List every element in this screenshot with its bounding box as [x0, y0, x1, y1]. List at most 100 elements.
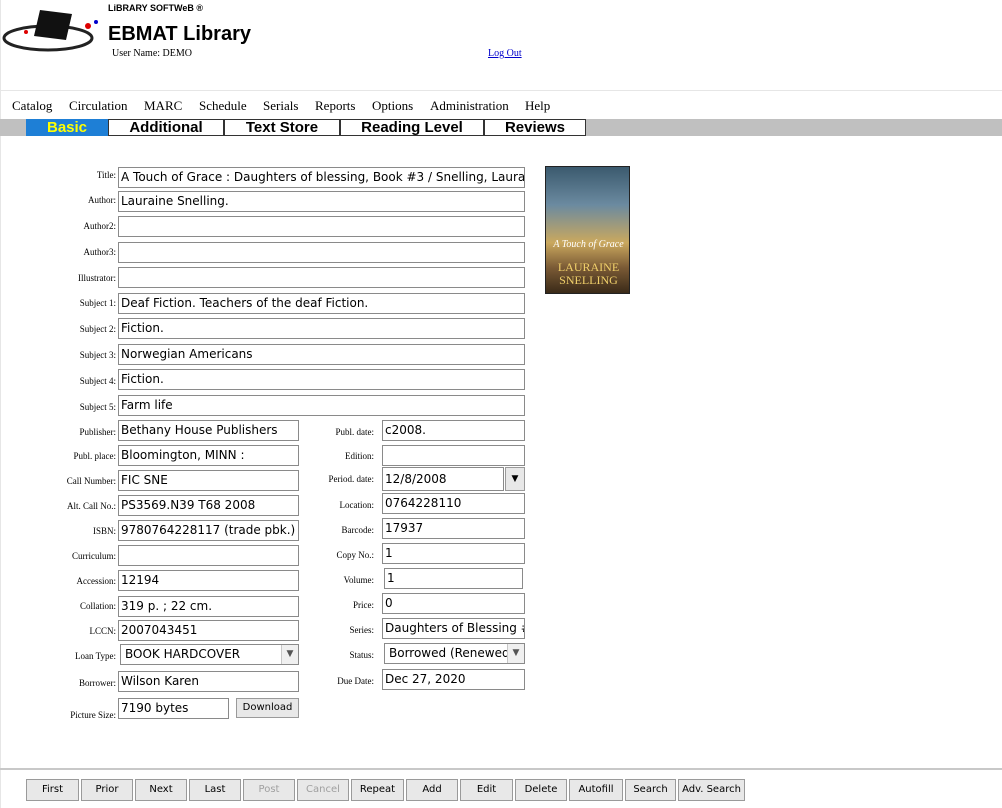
- subject5-field[interactable]: Farm life: [118, 395, 525, 416]
- menu-schedule[interactable]: Schedule: [199, 98, 247, 114]
- period-date-label: Period. date:: [328, 474, 375, 484]
- publisher-field[interactable]: Bethany House Publishers: [118, 420, 299, 441]
- menu-reports[interactable]: Reports: [315, 98, 355, 114]
- series-field[interactable]: Daughters of Blessing #3: [382, 618, 525, 639]
- author3-field[interactable]: [118, 242, 525, 263]
- illustrator-label: Illustrator:: [78, 273, 116, 283]
- next-button[interactable]: Next: [135, 779, 187, 801]
- publ-place-field[interactable]: Bloomington, MINN :: [118, 445, 299, 466]
- edit-button[interactable]: Edit: [460, 779, 513, 801]
- subject1-field[interactable]: Deaf Fiction. Teachers of the deaf Ficti…: [118, 293, 525, 314]
- publ-date-field[interactable]: c2008.: [382, 420, 525, 441]
- tab-additional[interactable]: Additional: [108, 119, 224, 136]
- lccn-label: LCCN:: [89, 626, 116, 636]
- menu-circulation[interactable]: Circulation: [69, 98, 128, 114]
- subject4-field[interactable]: Fiction.: [118, 369, 525, 390]
- menu-serials[interactable]: Serials: [263, 98, 298, 114]
- location-field[interactable]: 0764228110: [382, 493, 525, 514]
- menu-marc[interactable]: MARC: [144, 98, 182, 114]
- period-date-field[interactable]: 12/8/2008: [382, 467, 504, 491]
- call-number-label: Call Number:: [66, 476, 116, 486]
- collation-field[interactable]: 319 p. ; 22 cm.: [118, 596, 299, 617]
- title-label: Title:: [96, 170, 116, 180]
- loan-type-value: BOOK HARDCOVER: [125, 647, 241, 661]
- first-button[interactable]: First: [26, 779, 79, 801]
- due-date-field[interactable]: Dec 27, 2020: [382, 669, 525, 690]
- author-field[interactable]: Lauraine Snelling.: [118, 191, 525, 212]
- volume-field[interactable]: 1: [384, 568, 523, 589]
- borrower-label: Borrower:: [79, 678, 116, 688]
- menu-administration[interactable]: Administration: [430, 98, 509, 114]
- volume-label: Volume:: [343, 575, 374, 585]
- chevron-down-icon: ▼: [507, 644, 524, 663]
- alt-call-no-label: Alt. Call No.:: [67, 501, 116, 511]
- tab-reading-level[interactable]: Reading Level: [340, 119, 484, 136]
- subject3-field[interactable]: Norwegian Americans: [118, 344, 525, 365]
- book-cover-image: A Touch of Grace LAURAINE SNELLING: [545, 166, 630, 294]
- edition-field[interactable]: [382, 445, 525, 466]
- isbn-field[interactable]: 9780764228117 (trade pbk.): [118, 520, 299, 541]
- page-title: EBMAT Library: [108, 23, 251, 45]
- prior-button[interactable]: Prior: [81, 779, 133, 801]
- isbn-label: ISBN:: [92, 526, 116, 536]
- due-date-label: Due Date:: [337, 676, 374, 686]
- borrower-field[interactable]: Wilson Karen: [118, 671, 299, 692]
- publ-place-label: Publ. place:: [73, 451, 117, 461]
- adv-search-button[interactable]: Adv. Search: [678, 779, 745, 801]
- subject2-label: Subject 2:: [79, 324, 116, 334]
- library-logo-icon: [2, 10, 98, 52]
- accession-field[interactable]: 12194: [118, 570, 299, 591]
- loan-type-select[interactable]: BOOK HARDCOVER ▼: [120, 644, 299, 665]
- user-name-label: User Name: DEMO: [112, 48, 192, 59]
- last-button[interactable]: Last: [189, 779, 241, 801]
- collation-label: Collation:: [80, 601, 116, 611]
- repeat-button[interactable]: Repeat: [351, 779, 404, 801]
- chevron-down-icon: ▼: [511, 474, 519, 484]
- author2-field[interactable]: [118, 216, 525, 237]
- call-number-field[interactable]: FIC SNE: [118, 470, 299, 491]
- search-button[interactable]: Search: [625, 779, 676, 801]
- status-label: Status:: [349, 650, 374, 660]
- post-button[interactable]: Post: [243, 779, 295, 801]
- copy-no-field[interactable]: 1: [382, 543, 525, 564]
- copy-no-label: Copy No.:: [336, 550, 374, 560]
- edition-label: Edition:: [345, 451, 374, 461]
- cover-title-text: A Touch of Grace: [553, 239, 624, 250]
- tab-basic[interactable]: Basic: [26, 119, 108, 136]
- alt-call-no-field[interactable]: PS3569.N39 T68 2008: [118, 495, 299, 516]
- title-field[interactable]: A Touch of Grace : Daughters of blessing…: [118, 167, 525, 188]
- cover-author-text: LAURAINE SNELLING: [557, 260, 620, 287]
- price-label: Price:: [353, 600, 374, 610]
- menu-options[interactable]: Options: [372, 98, 413, 114]
- menu-catalog[interactable]: Catalog: [12, 98, 52, 114]
- delete-button[interactable]: Delete: [515, 779, 567, 801]
- chevron-down-icon: ▼: [281, 645, 298, 664]
- add-button[interactable]: Add: [406, 779, 458, 801]
- barcode-label: Barcode:: [341, 525, 374, 535]
- author2-label: Author2:: [83, 221, 117, 231]
- period-date-dropdown-button[interactable]: ▼: [505, 467, 525, 491]
- picture-size-field[interactable]: 7190 bytes: [118, 698, 229, 719]
- autofill-button[interactable]: Autofill: [569, 779, 623, 801]
- toolbar-divider: [0, 768, 1002, 770]
- illustrator-field[interactable]: [118, 267, 525, 288]
- barcode-field[interactable]: 17937: [382, 518, 525, 539]
- cancel-button[interactable]: Cancel: [297, 779, 349, 801]
- tab-text-store[interactable]: Text Store: [224, 119, 340, 136]
- status-select[interactable]: Borrowed (Renewed) ▼: [384, 643, 525, 664]
- subject2-field[interactable]: Fiction.: [118, 318, 525, 339]
- subject5-label: Subject 5:: [79, 402, 116, 412]
- menu-help[interactable]: Help: [525, 98, 550, 114]
- accession-label: Accession:: [76, 576, 117, 586]
- main-menu: Catalog Circulation MARC Schedule Serial…: [0, 98, 1002, 116]
- logout-link[interactable]: Log Out: [488, 48, 522, 59]
- curriculum-label: Curriculum:: [72, 551, 116, 561]
- curriculum-field[interactable]: [118, 545, 299, 566]
- price-field[interactable]: 0: [382, 593, 525, 614]
- loan-type-label: Loan Type:: [75, 651, 116, 661]
- download-button[interactable]: Download: [236, 698, 299, 718]
- lccn-field[interactable]: 2007043451: [118, 620, 299, 641]
- subject1-label: Subject 1:: [79, 298, 116, 308]
- publ-date-label: Publ. date:: [335, 427, 375, 437]
- tab-reviews[interactable]: Reviews: [484, 119, 586, 136]
